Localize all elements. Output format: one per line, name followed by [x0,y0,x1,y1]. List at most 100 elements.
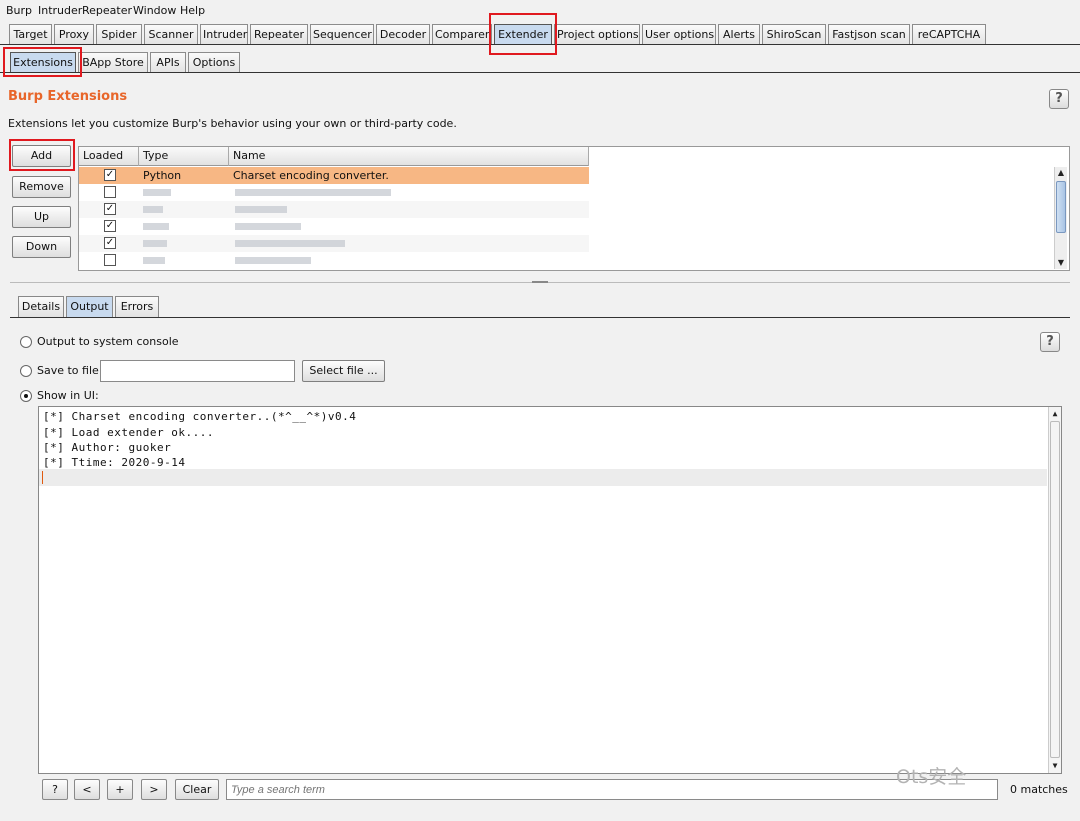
radio-system-console[interactable] [20,336,32,348]
output-scrollbar[interactable]: ▲ ▼ [1048,407,1061,773]
table-row[interactable]: ✓ Python Charset encoding converter. [79,167,589,184]
tab-scanner[interactable]: Scanner [144,24,198,44]
detail-tab-underline [10,317,1070,318]
row-name: Charset encoding converter. [233,169,389,182]
table-header: Loaded Type Name [79,147,589,166]
tab-user-options[interactable]: User options [642,24,716,44]
redacted-name [235,223,301,230]
tab-fastjson-scan[interactable]: Fastjson scan [828,24,910,44]
tab-apis[interactable]: APIs [150,52,186,72]
tab-options[interactable]: Options [188,52,240,72]
tab-sequencer[interactable]: Sequencer [310,24,374,44]
table-row[interactable]: ✓ [79,201,589,218]
tab-decoder[interactable]: Decoder [376,24,430,44]
redacted-type [143,223,169,230]
tab-bapp-store[interactable]: BApp Store [78,52,148,72]
label-save-to-file: Save to file: [37,364,103,377]
radio-show-in-ui[interactable] [20,390,32,402]
tab-intruder[interactable]: Intruder [200,24,248,44]
loaded-checkbox[interactable] [104,254,116,266]
loaded-checkbox[interactable]: ✓ [104,220,116,232]
tab-comparer[interactable]: Comparer [432,24,492,44]
menu-window[interactable]: Window [133,4,176,17]
main-tab-bar: Target Proxy Spider Scanner Intruder Rep… [0,23,1080,45]
menu-help[interactable]: Help [180,4,205,17]
search-next-button[interactable]: > [141,779,167,800]
loaded-checkbox[interactable]: ✓ [104,203,116,215]
current-line-highlight [39,469,1047,486]
sub-tab-bar: Extensions BApp Store APIs Options [0,51,1080,73]
output-line: [*] Load extender ok.... [43,426,214,439]
file-path-input[interactable] [100,360,295,382]
loaded-checkbox[interactable]: ✓ [104,237,116,249]
label-system-console: Output to system console [37,335,179,348]
tab-target[interactable]: Target [9,24,52,44]
label-show-in-ui: Show in UI: [37,389,99,402]
column-name[interactable]: Name [229,147,589,166]
tab-recaptcha[interactable]: reCAPTCHA [912,24,986,44]
match-count: 0 matches [1010,783,1068,796]
add-button[interactable]: Add [12,145,71,167]
table-row[interactable]: ✓ [79,235,589,252]
scroll-up-icon[interactable]: ▲ [1055,167,1067,179]
scroll-down-icon[interactable]: ▼ [1049,760,1061,772]
search-input[interactable] [226,779,998,800]
loaded-checkbox[interactable]: ✓ [104,169,116,181]
redacted-name [235,257,311,264]
redacted-type [143,206,163,213]
menu-repeater[interactable]: Repeater [82,4,132,17]
remove-button[interactable]: Remove [12,176,71,198]
tab-shiroscan[interactable]: ShiroScan [762,24,826,44]
help-button-output[interactable]: ? [1040,332,1060,352]
scroll-thumb[interactable] [1050,421,1060,758]
help-button-extensions[interactable]: ? [1049,89,1069,109]
search-help-button[interactable]: ? [42,779,68,800]
splitter-grip-icon[interactable] [532,281,548,283]
column-loaded[interactable]: Loaded [79,147,139,166]
menu-burp[interactable]: Burp [6,4,32,17]
watermark: Ots安全 [896,766,967,788]
table-row[interactable]: ✓ [79,218,589,235]
tab-alerts[interactable]: Alerts [718,24,760,44]
text-caret [42,471,43,484]
clear-button[interactable]: Clear [175,779,219,800]
tab-spider[interactable]: Spider [96,24,142,44]
section-description: Extensions let you customize Burp's beha… [8,117,457,130]
radio-save-to-file[interactable] [20,365,32,377]
output-textarea[interactable]: [*] Charset encoding converter..(*^__^*)… [38,406,1062,774]
redacted-type [143,189,171,196]
redacted-type [143,240,167,247]
menu-bar: Burp Intruder Repeater Window Help [0,0,1080,22]
redacted-name [235,206,287,213]
up-button[interactable]: Up [12,206,71,228]
extensions-table: Loaded Type Name ✓ Python Charset encodi… [78,146,1070,271]
tab-repeater[interactable]: Repeater [250,24,308,44]
down-button[interactable]: Down [12,236,71,258]
tab-errors[interactable]: Errors [115,296,159,317]
output-line: [*] Author: guoker [43,441,172,454]
tab-extensions[interactable]: Extensions [10,52,76,72]
loaded-checkbox[interactable] [104,186,116,198]
redacted-type [143,257,165,264]
row-type: Python [143,169,182,182]
search-previous-button[interactable]: < [74,779,100,800]
redacted-name [235,240,345,247]
scroll-thumb[interactable] [1056,181,1066,233]
tab-details[interactable]: Details [18,296,64,317]
select-file-button[interactable]: Select file ... [302,360,385,382]
tab-project-options[interactable]: Project options [554,24,640,44]
scroll-up-icon[interactable]: ▲ [1049,408,1061,420]
table-scrollbar[interactable]: ▲ ▼ [1054,167,1067,269]
menu-intruder[interactable]: Intruder [38,4,82,17]
tab-output[interactable]: Output [66,296,113,317]
search-options-button[interactable]: + [107,779,133,800]
table-row[interactable] [79,184,589,201]
output-line: [*] Charset encoding converter..(*^__^*)… [43,410,357,423]
redacted-name [235,189,391,196]
tab-proxy[interactable]: Proxy [54,24,94,44]
scroll-down-icon[interactable]: ▼ [1055,257,1067,269]
output-line: [*] Ttime: 2020-9-14 [43,456,186,469]
tab-extender[interactable]: Extender [494,24,552,44]
table-row[interactable] [79,252,589,269]
column-type[interactable]: Type [139,147,229,166]
